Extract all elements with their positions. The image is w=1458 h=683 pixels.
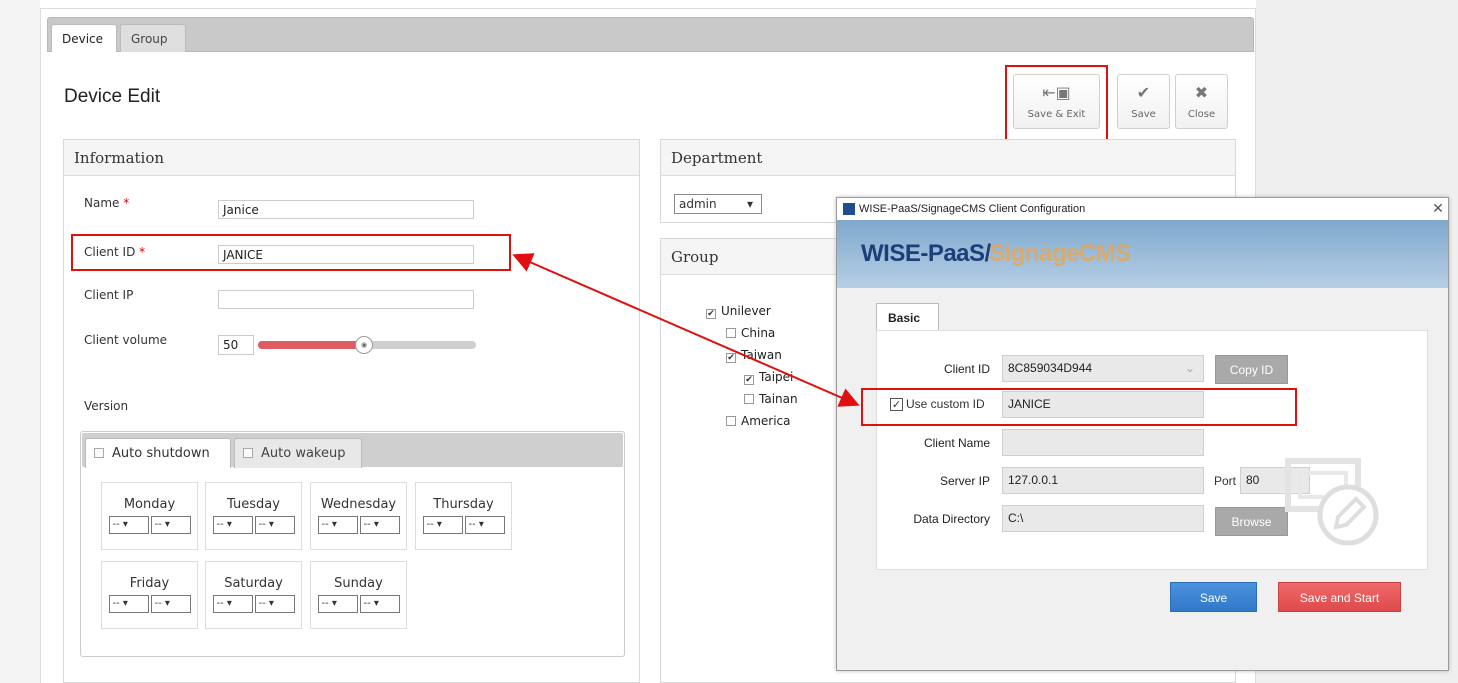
banner-logo-part1: WISE-PaaS/ [861, 240, 991, 267]
tree-item-china[interactable]: China [726, 326, 775, 340]
dialog-save-button[interactable]: Save [1170, 582, 1257, 612]
browse-button[interactable]: Browse [1215, 507, 1288, 536]
tree-item-taipei[interactable]: ✔ Taipei [744, 370, 793, 385]
dialog-title: WISE-PaaS/SignageCMS Client Configuratio… [859, 203, 1086, 215]
dialog-close-icon[interactable]: ✕ [1428, 198, 1448, 220]
dlg-client-id-select[interactable]: 8C859034D944 ⌄ [1002, 355, 1204, 382]
client-name-label: Client Name [923, 436, 990, 450]
close-icon: ✖ [1194, 83, 1209, 102]
app-icon [843, 203, 855, 215]
minute-select[interactable]: -- ▾ [254, 595, 295, 613]
dialog-titlebar: WISE-PaaS/SignageCMS Client Configuratio… [837, 198, 1448, 220]
save-and-start-button[interactable]: Save and Start [1278, 582, 1401, 612]
highlight-client-id [71, 234, 511, 271]
checkbox-checked-icon[interactable]: ✔ [706, 309, 716, 319]
client-volume-label: Client volume [84, 333, 168, 347]
client-ip-label: Client IP [84, 288, 134, 302]
day-monday: Monday -- ▾ -- ▾ [101, 482, 198, 550]
checkbox-checked-icon[interactable]: ✔ [744, 375, 754, 385]
name-label-text: Name [84, 196, 120, 210]
version-label: Version [84, 399, 129, 413]
tab-auto-shutdown[interactable]: Auto shutdown [85, 438, 231, 468]
tab-group[interactable]: Group [120, 24, 186, 52]
day-thursday: Thursday -- ▾ -- ▾ [415, 482, 512, 550]
hour-select[interactable]: -- ▾ [108, 516, 149, 534]
client-ip-input[interactable] [218, 290, 474, 309]
day-label: Thursday [433, 497, 494, 512]
minute-select[interactable]: -- ▾ [150, 516, 191, 534]
save-button[interactable]: ✔ Save [1117, 74, 1170, 129]
client-name-input[interactable] [1002, 429, 1204, 456]
data-directory-label: Data Directory [913, 512, 990, 526]
chevron-down-icon: ⌄ [1184, 361, 1195, 375]
highlight-save-exit [1005, 65, 1108, 141]
highlight-custom-id [861, 388, 1297, 426]
tree-item-taiwan[interactable]: ✔ Taiwan [726, 348, 782, 363]
minute-select[interactable]: -- ▾ [464, 516, 505, 534]
day-label: Saturday [224, 576, 283, 591]
server-ip-input[interactable]: 127.0.0.1 [1002, 467, 1204, 494]
minute-select[interactable]: -- ▾ [254, 516, 295, 534]
day-friday: Friday -- ▾ -- ▾ [101, 561, 198, 629]
minute-select[interactable]: -- ▾ [150, 595, 191, 613]
data-directory-input[interactable]: C:\ [1002, 505, 1204, 532]
department-title: Department [661, 140, 1235, 176]
minute-select[interactable]: -- ▾ [359, 595, 400, 613]
checkbox-icon[interactable] [726, 416, 736, 426]
day-sunday: Sunday -- ▾ -- ▾ [310, 561, 407, 629]
checkbox-icon[interactable] [726, 328, 736, 338]
checkbox-icon[interactable] [243, 448, 253, 458]
left-margin [0, 0, 40, 683]
tab-auto-wakeup-label: Auto wakeup [261, 446, 346, 461]
dlg-client-id-label: Client ID [943, 362, 990, 376]
day-label: Wednesday [320, 497, 397, 512]
tab-bar [47, 17, 1254, 52]
department-select[interactable]: admin ▾ [674, 194, 762, 214]
name-input[interactable]: Janice [218, 200, 474, 219]
tab-auto-shutdown-label: Auto shutdown [112, 446, 210, 461]
volume-slider-fill [258, 341, 364, 349]
minute-select[interactable]: -- ▾ [359, 516, 400, 534]
tab-device[interactable]: Device [51, 24, 117, 52]
volume-input[interactable]: 50 [218, 335, 254, 355]
day-label: Sunday [334, 576, 383, 591]
day-wednesday: Wednesday -- ▾ -- ▾ [310, 482, 407, 550]
hour-select[interactable]: -- ▾ [422, 516, 463, 534]
information-title: Information [64, 140, 639, 176]
edit-watermark-icon [1285, 458, 1379, 546]
day-label: Friday [129, 576, 170, 591]
check-icon: ✔ [1136, 83, 1151, 102]
department-value: admin [679, 197, 717, 211]
dlg-client-id-value: 8C859034D944 [1008, 361, 1093, 375]
tree-item-america[interactable]: America [726, 414, 791, 428]
save-label: Save [1131, 109, 1156, 120]
banner-logo-part2: SignageCMS [989, 240, 1131, 267]
day-saturday: Saturday -- ▾ -- ▾ [205, 561, 302, 629]
tree-item-unilever[interactable]: ✔ Unilever [706, 304, 771, 319]
hour-select[interactable]: -- ▾ [212, 595, 253, 613]
dropdown-arrow-icon: ▾ [746, 197, 753, 211]
close-label: Close [1187, 109, 1216, 120]
day-label: Tuesday [227, 497, 280, 512]
hour-select[interactable]: -- ▾ [108, 595, 149, 613]
day-label: Monday [123, 497, 176, 512]
checkbox-checked-icon[interactable]: ✔ [726, 353, 736, 363]
server-ip-label: Server IP [939, 474, 990, 488]
page-title: Device Edit [64, 86, 161, 107]
checkbox-icon[interactable] [744, 394, 754, 404]
port-label: Port [1214, 474, 1237, 488]
close-button[interactable]: ✖ Close [1175, 74, 1228, 129]
tree-item-tainan[interactable]: Tainan [744, 392, 798, 406]
checkbox-icon[interactable] [94, 448, 104, 458]
hour-select[interactable]: -- ▾ [317, 516, 358, 534]
hour-select[interactable]: -- ▾ [317, 595, 358, 613]
name-label: Name * [84, 196, 129, 210]
volume-slider-handle[interactable]: ◉ [355, 336, 373, 354]
tab-basic[interactable]: Basic [876, 303, 939, 331]
copy-id-button[interactable]: Copy ID [1215, 355, 1288, 384]
tab-auto-wakeup[interactable]: Auto wakeup [234, 438, 362, 468]
day-tuesday: Tuesday -- ▾ -- ▾ [205, 482, 302, 550]
required-mark: * [123, 196, 130, 210]
hour-select[interactable]: -- ▾ [212, 516, 253, 534]
